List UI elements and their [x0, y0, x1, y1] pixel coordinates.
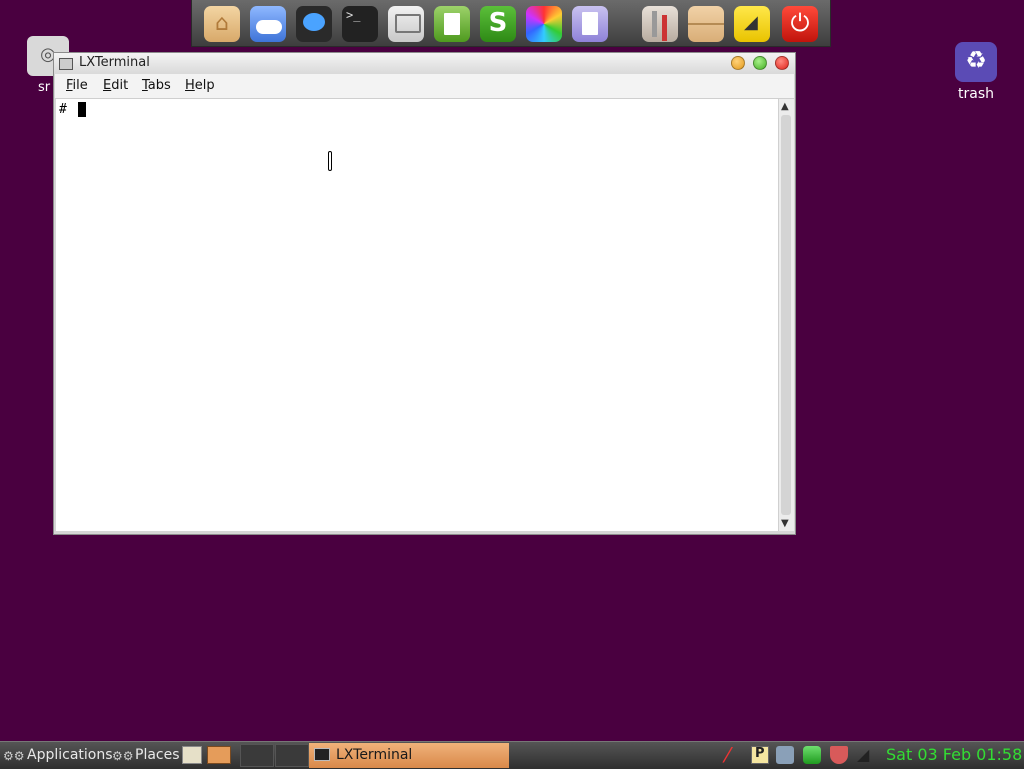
- places-menu-icon: ⚙⚙: [112, 749, 134, 763]
- network-disconnected-icon[interactable]: [722, 743, 740, 767]
- menu-file[interactable]: File: [66, 78, 88, 93]
- folder-launcher-icon[interactable]: [207, 746, 231, 764]
- trash-label: trash: [958, 86, 994, 102]
- ruler-icon[interactable]: [734, 6, 770, 42]
- bottom-panel: ⚙⚙ Applications ⚙⚙ Places LXTerminal Sat…: [0, 741, 1024, 769]
- text-document-icon[interactable]: [572, 6, 608, 42]
- taskbar-item-label: LXTerminal: [336, 747, 413, 763]
- terminal-task-icon: [314, 748, 330, 761]
- vertical-scrollbar[interactable]: ▲ ▼: [778, 99, 794, 531]
- terminal-icon[interactable]: [342, 6, 378, 42]
- clock[interactable]: Sat 03 Feb 01:58: [886, 745, 1022, 764]
- drawer-icon[interactable]: [688, 6, 724, 42]
- text-cursor: [78, 102, 86, 117]
- window-title: LXTerminal: [79, 55, 150, 70]
- trash-icon[interactable]: [955, 42, 997, 82]
- window-titlebar[interactable]: LXTerminal: [54, 53, 795, 74]
- maximize-button[interactable]: [753, 56, 767, 70]
- signal-icon[interactable]: [855, 745, 873, 764]
- minimize-button[interactable]: [731, 56, 745, 70]
- writer-icon[interactable]: [434, 6, 470, 42]
- terminal-window-icon: [59, 58, 73, 70]
- taskbar-item-lxterminal[interactable]: LXTerminal: [309, 743, 509, 768]
- file-manager-launcher-icon[interactable]: [182, 746, 202, 764]
- places-menu[interactable]: Places: [135, 747, 180, 763]
- cloud-icon[interactable]: [250, 6, 286, 42]
- clipboard-icon[interactable]: [751, 746, 769, 764]
- monitor-icon[interactable]: [388, 6, 424, 42]
- scroll-thumb[interactable]: [781, 115, 791, 515]
- menu-tabs[interactable]: Tabs: [142, 78, 171, 93]
- chat-icon[interactable]: [296, 6, 332, 42]
- battery-icon[interactable]: [803, 746, 821, 764]
- menu-help[interactable]: Help: [185, 78, 215, 93]
- terminal-window: LXTerminal File Edit Tabs Help # ▲ ▼: [53, 52, 796, 535]
- home-folder-icon[interactable]: [204, 6, 240, 42]
- volume-icon[interactable]: [776, 746, 794, 764]
- spreadsheet-icon[interactable]: [480, 6, 516, 42]
- power-icon[interactable]: [782, 6, 818, 42]
- workspace-1[interactable]: [240, 744, 274, 767]
- shield-icon[interactable]: [830, 746, 848, 764]
- workspace-2[interactable]: [275, 744, 309, 767]
- applications-menu-icon: ⚙⚙: [3, 749, 25, 763]
- scroll-up-arrow-icon[interactable]: ▲: [781, 101, 789, 112]
- scroll-down-arrow-icon[interactable]: ▼: [781, 518, 789, 529]
- cd-drive-label: sr: [38, 80, 51, 95]
- close-button[interactable]: [775, 56, 789, 70]
- terminal-output[interactable]: #: [56, 99, 778, 531]
- menu-bar: File Edit Tabs Help: [55, 74, 794, 99]
- applications-menu[interactable]: Applications: [27, 747, 113, 763]
- mouse-ibeam-cursor: [328, 151, 332, 171]
- application-dock: [191, 0, 831, 47]
- shell-prompt: #: [59, 102, 67, 117]
- menu-edit[interactable]: Edit: [103, 78, 128, 93]
- tools-icon[interactable]: [642, 6, 678, 42]
- color-picker-icon[interactable]: [526, 6, 562, 42]
